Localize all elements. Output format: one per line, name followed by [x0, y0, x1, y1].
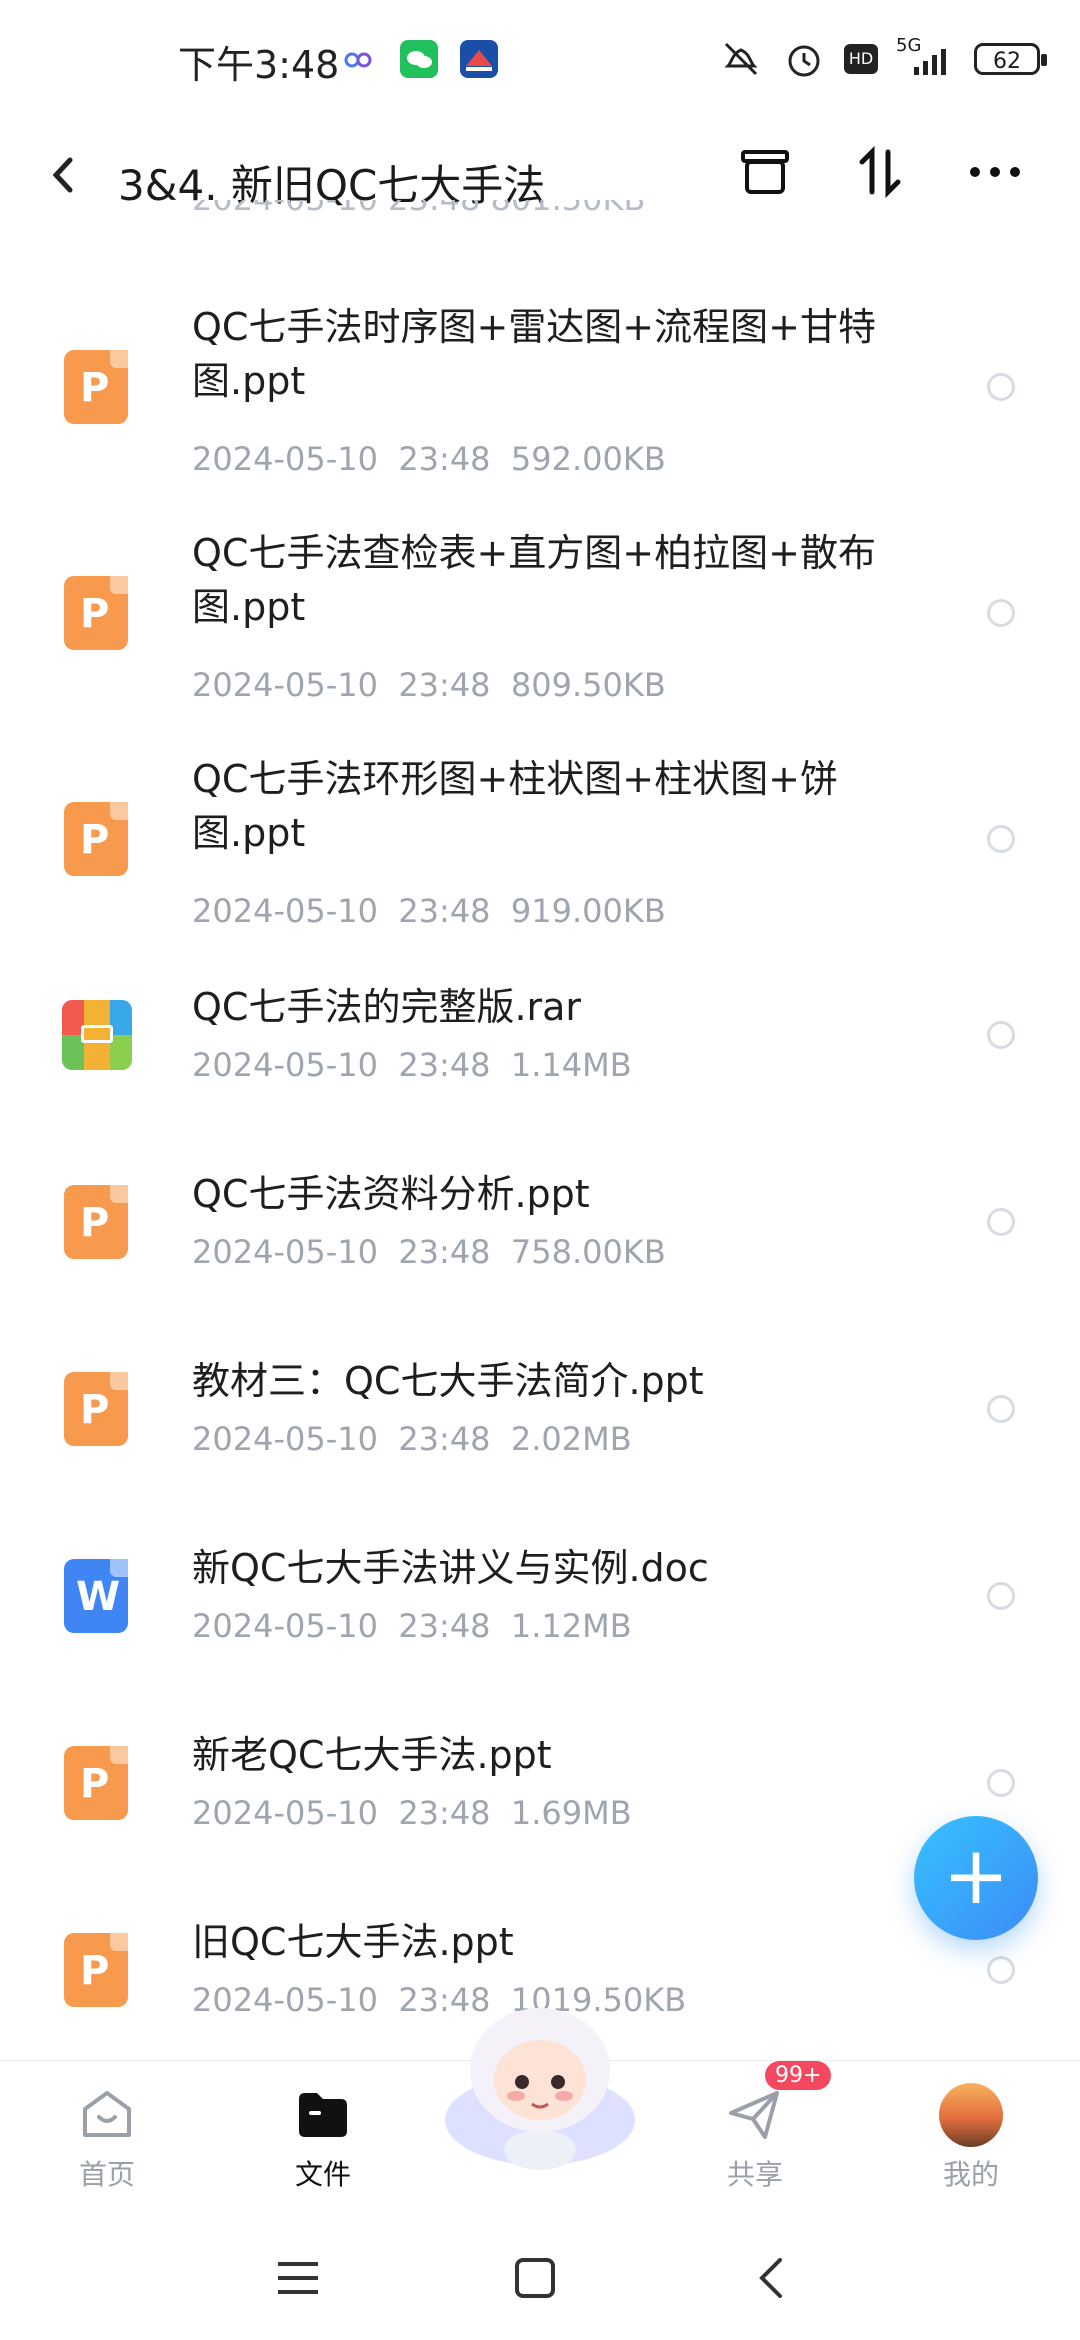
select-radio[interactable] — [987, 1021, 1015, 1049]
tab-mine-label: 我的 — [942, 2158, 999, 2191]
list-item[interactable]: P QC七手法查检表+直方图+柏拉图+散布图.ppt 2024-05-10 23… — [0, 526, 1080, 704]
file-name: 新老QC七大手法.ppt — [192, 1733, 552, 1777]
rar-file-icon — [62, 1000, 132, 1070]
ppt-file-icon: P — [64, 350, 128, 424]
ppt-file-icon: P — [64, 1746, 128, 1820]
tab-mine[interactable]: 我的 — [891, 2061, 1051, 2211]
file-meta: 2024-05-10 23:48 758.00KB — [192, 1233, 666, 1271]
more-button[interactable] — [965, 142, 1025, 202]
file-name: 教材三：QC七大手法简介.ppt — [192, 1359, 704, 1403]
status-left-icons — [340, 40, 498, 78]
list-item[interactable]: P 教材三：QC七大手法简介.ppt 2024-05-10 23:48 2.02… — [0, 1354, 1080, 1458]
file-name: QC七手法的完整版.rar — [192, 985, 582, 1029]
list-item[interactable]: P QC七手法环形图+柱状图+柱状图+饼图.ppt 2024-05-10 23:… — [0, 752, 1080, 930]
more-icon — [970, 167, 1020, 177]
file-meta: 2024-05-10 23:48 1.12MB — [192, 1607, 632, 1645]
alarm-icon — [788, 45, 820, 77]
add-button[interactable]: + — [914, 1816, 1038, 1940]
file-meta: 2024-05-10 23:48 1.69MB — [192, 1794, 632, 1832]
list-item[interactable]: P 新老QC七大手法.ppt 2024-05-10 23:48 1.69MB — [0, 1728, 1080, 1832]
tab-share[interactable]: 99+ 共享 — [675, 2061, 835, 2211]
system-nav-bar — [0, 2210, 1080, 2340]
hd-icon: HD — [844, 44, 878, 74]
file-name: 旧QC七大手法.ppt — [192, 1920, 514, 1964]
ppt-file-icon: P — [64, 1185, 128, 1259]
ppt-file-icon: P — [64, 576, 128, 650]
avatar — [939, 2083, 1003, 2147]
menu-icon[interactable] — [268, 2248, 328, 2308]
tab-share-label: 共享 — [726, 2158, 783, 2191]
select-radio[interactable] — [987, 1582, 1015, 1610]
chevron-left-icon — [52, 157, 73, 193]
file-name: QC七手法资料分析.ppt — [192, 1172, 590, 1216]
file-list[interactable]: 2024-05-10 23:48 801.50KB P QC七手法时序图+雷达图… — [0, 200, 1080, 2060]
file-meta: 2024-05-10 23:48 809.50KB — [192, 666, 666, 704]
sort-icon — [859, 145, 901, 199]
file-meta: 2024-05-10 23:48 1.14MB — [192, 1046, 632, 1084]
tab-files[interactable]: 文件 — [243, 2061, 403, 2211]
archive-button[interactable] — [735, 142, 795, 202]
file-name: QC七手法环形图+柱状图+柱状图+饼图.ppt — [192, 757, 838, 855]
select-radio[interactable] — [987, 1769, 1015, 1797]
sort-button[interactable] — [850, 142, 910, 202]
file-meta: 2024-05-10 23:48 2.02MB — [192, 1420, 632, 1458]
ppt-file-icon: P — [64, 802, 128, 876]
partial-item-meta: 2024-05-10 23:48 801.50KB — [192, 200, 645, 218]
battery-icon: 62 — [974, 43, 1047, 75]
doc-file-icon: W — [64, 1559, 128, 1633]
file-meta: 2024-05-10 23:48 592.00KB — [192, 440, 666, 478]
select-radio[interactable] — [987, 825, 1015, 853]
back-triangle-icon[interactable] — [742, 2248, 802, 2308]
ppt-file-icon: P — [64, 1372, 128, 1446]
file-name: 新QC七大手法讲义与实例.doc — [192, 1546, 709, 1590]
app-icon — [460, 40, 498, 78]
mute-icon — [724, 42, 758, 76]
archive-icon — [741, 150, 789, 194]
cloud-icon — [340, 40, 378, 78]
list-item[interactable]: P QC七手法资料分析.ppt 2024-05-10 23:48 758.00K… — [0, 1167, 1080, 1271]
wechat-icon — [400, 40, 438, 78]
select-radio[interactable] — [987, 1395, 1015, 1423]
tab-files-label: 文件 — [294, 2158, 351, 2191]
select-radio[interactable] — [987, 1208, 1015, 1236]
status-time: 下午3:48 — [178, 43, 340, 87]
list-item[interactable]: P QC七手法时序图+雷达图+流程图+甘特图.ppt 2024-05-10 23… — [0, 300, 1080, 478]
select-radio[interactable] — [987, 373, 1015, 401]
file-meta: 2024-05-10 23:48 919.00KB — [192, 892, 666, 930]
file-name: QC七手法时序图+雷达图+流程图+甘特图.ppt — [192, 305, 876, 403]
list-item[interactable]: W 新QC七大手法讲义与实例.doc 2024-05-10 23:48 1.12… — [0, 1541, 1080, 1645]
list-item[interactable]: QC七手法的完整版.rar 2024-05-10 23:48 1.14MB — [0, 980, 1080, 1084]
signal-icon: 5G — [896, 35, 956, 77]
assistant-mascot-button[interactable] — [440, 2000, 640, 2180]
folder-icon — [299, 2093, 347, 2137]
ppt-file-icon: P — [64, 1933, 128, 2007]
list-item[interactable]: P 旧QC七大手法.ppt 2024-05-10 23:48 1019.50KB — [0, 1915, 1080, 2019]
status-bar: 下午3:48 HD 5G 62 — [0, 0, 1080, 120]
home-square-icon[interactable] — [505, 2248, 565, 2308]
tab-home[interactable]: 首页 — [27, 2061, 187, 2211]
status-right-icons: HD 5G 62 — [718, 35, 1047, 82]
home-icon — [83, 2091, 131, 2137]
select-radio[interactable] — [987, 599, 1015, 627]
share-badge: 99+ — [765, 2061, 832, 2090]
select-radio[interactable] — [987, 1956, 1015, 1984]
tab-home-label: 首页 — [78, 2158, 135, 2191]
file-name: QC七手法查检表+直方图+柏拉图+散布图.ppt — [192, 531, 876, 629]
back-button[interactable] — [40, 150, 90, 200]
send-icon — [729, 2091, 779, 2139]
plus-icon: + — [942, 1829, 1010, 1922]
